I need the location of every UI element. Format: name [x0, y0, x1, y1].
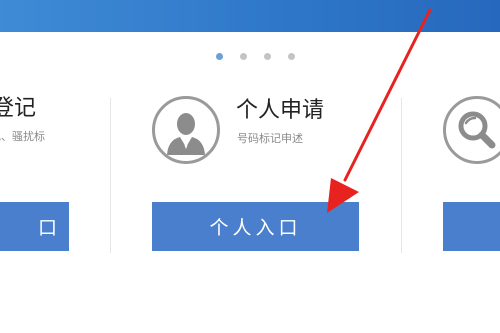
carousel-indicator [216, 53, 295, 60]
page: 登记 记、骚扰标 口 个人申请 号码标记申述 个人入口 [0, 0, 500, 333]
search-icon [443, 96, 500, 164]
top-banner [0, 0, 500, 32]
carousel-dot[interactable] [288, 53, 295, 60]
carousel-dot[interactable] [216, 53, 223, 60]
personal-entry-button[interactable]: 个人入口 [152, 202, 359, 251]
card-title-personal-application: 个人申请 [236, 98, 325, 123]
card-subtitle-register: 记、骚扰标 [0, 130, 45, 143]
person-icon [152, 96, 220, 164]
card-title-register: 登记 [0, 96, 37, 121]
card-divider [401, 98, 402, 253]
annotation-arrow [327, 8, 432, 213]
carousel-dot[interactable] [240, 53, 247, 60]
register-entry-button[interactable]: 口 [0, 202, 69, 251]
right-entry-button[interactable] [443, 202, 500, 251]
card-divider [110, 98, 111, 253]
carousel-dot[interactable] [264, 53, 271, 60]
register-entry-button-label: 口 [37, 217, 61, 239]
card-subtitle-personal-application: 号码标记申述 [237, 132, 303, 145]
personal-entry-button-label: 个人入口 [209, 217, 302, 239]
